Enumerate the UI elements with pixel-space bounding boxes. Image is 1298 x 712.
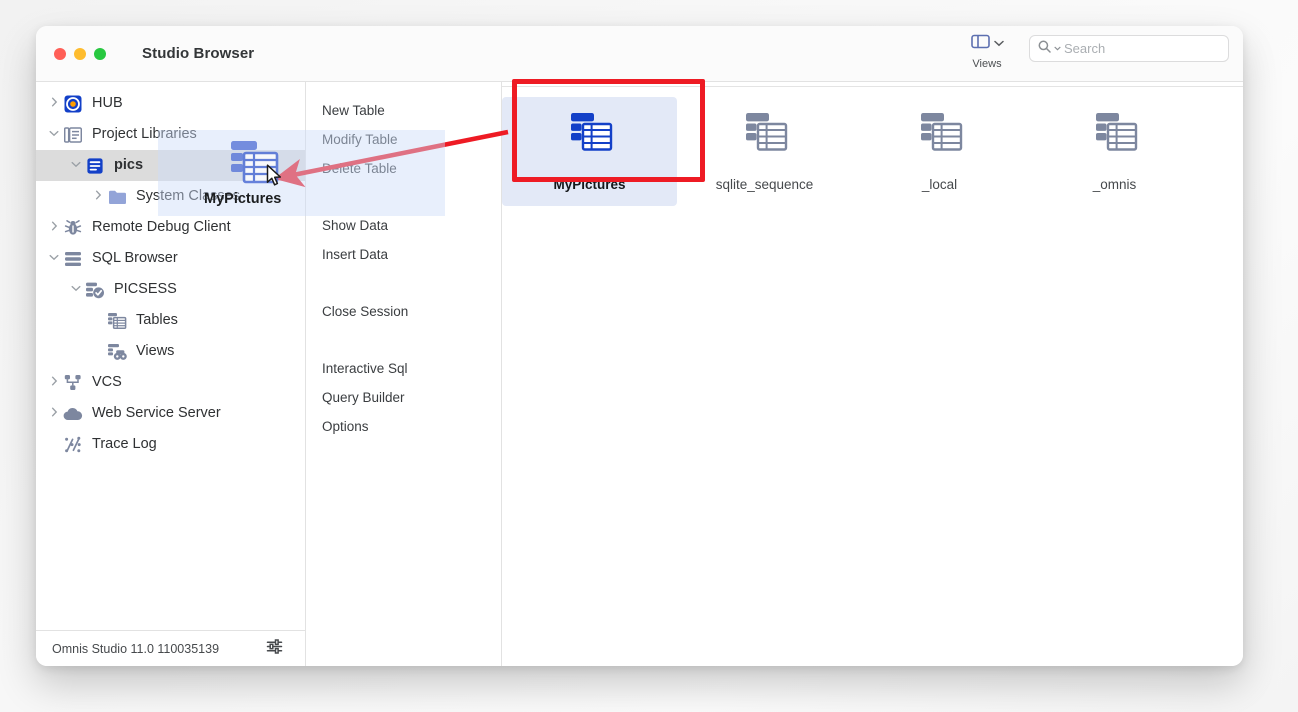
window-title: Studio Browser xyxy=(142,45,255,62)
menu-item-close-session[interactable]: Close Session xyxy=(306,297,501,326)
sidebar-item-system-classes[interactable]: System Classes xyxy=(36,181,305,212)
vcs-icon xyxy=(62,374,84,391)
sidebar-item-label: pics xyxy=(114,157,144,174)
sidebar-item-label: VCS xyxy=(92,374,122,391)
screen: Studio Browser Views Search HUB Project … xyxy=(0,0,1298,712)
table-item-label: MyPictures xyxy=(553,177,626,192)
chevron-right-icon[interactable] xyxy=(46,221,62,234)
sidebar-item-trace-log[interactable]: Trace Log xyxy=(36,429,305,460)
menu-group-separator xyxy=(306,326,501,354)
menu-item-insert-data[interactable]: Insert Data xyxy=(306,240,501,269)
window-titlebar: Studio Browser Views Search xyxy=(36,26,1243,82)
sidebar-item-remote-debug-client[interactable]: Remote Debug Client xyxy=(36,212,305,243)
context-action-menu[interactable]: New Table Modify Table Delete Table Show Da… xyxy=(306,82,502,666)
sidebar-item-sql-browser[interactable]: SQL Browser xyxy=(36,243,305,274)
search-field[interactable]: Search xyxy=(1029,35,1229,62)
chevron-right-icon[interactable] xyxy=(46,376,62,389)
chevron-right-icon[interactable] xyxy=(46,97,62,110)
sidebar-item-label: Web Service Server xyxy=(92,405,221,422)
studio-browser-window: Studio Browser Views Search HUB Project … xyxy=(36,26,1243,666)
sidebar-item-label: System Classes xyxy=(136,188,240,205)
views-button[interactable]: Views xyxy=(959,34,1015,70)
sidebar-tree[interactable]: HUB Project Libraries pics System Classes Re… xyxy=(36,82,305,630)
menu-item-new-table[interactable]: New Table xyxy=(306,96,501,125)
tables-grid[interactable]: MyPictures sqlite_sequence _local _omnis xyxy=(502,87,1243,206)
table-icon xyxy=(738,109,791,167)
chevron-down-icon xyxy=(993,40,1004,49)
views-button-label: Views xyxy=(972,58,1002,70)
sidebar-item-tables[interactable]: Tables xyxy=(36,305,305,336)
status-bar: Omnis Studio 11.0 110035139 xyxy=(36,630,305,666)
sidebar-item-web-service-server[interactable]: Web Service Server xyxy=(36,398,305,429)
sidebar-item-pics[interactable]: pics xyxy=(36,150,305,181)
sidebar-item-label: Project Libraries xyxy=(92,126,197,143)
menu-group-separator xyxy=(306,183,501,211)
sidebar-item-label: Remote Debug Client xyxy=(92,219,231,236)
table-icon xyxy=(563,109,616,167)
minimize-button[interactable] xyxy=(74,47,86,60)
chevron-down-icon[interactable] xyxy=(68,284,84,295)
chevron-right-icon[interactable] xyxy=(90,190,106,203)
sidebar-item-hub[interactable]: HUB xyxy=(36,88,305,119)
menu-item-query-builder[interactable]: Query Builder xyxy=(306,383,501,412)
menu-item-interactive-sql[interactable]: Interactive Sql xyxy=(306,354,501,383)
mouse-pointer-icon xyxy=(266,164,283,192)
sidebar-item-picsess[interactable]: PICSESS xyxy=(36,274,305,305)
main-content: MyPictures sqlite_sequence _local _omnis xyxy=(502,82,1243,666)
session-connected-icon xyxy=(84,281,106,299)
sidebar-item-label: HUB xyxy=(92,95,123,112)
table-icon xyxy=(913,109,966,167)
window-body: HUB Project Libraries pics System Classes Re… xyxy=(36,82,1243,666)
table-item-label: _omnis xyxy=(1092,177,1137,192)
chevron-down-icon[interactable] xyxy=(68,160,84,171)
panel-layout-icon xyxy=(970,34,990,54)
search-scope-chevron-down-icon[interactable] xyxy=(1054,44,1061,53)
toolbar-right: Views Search xyxy=(959,26,1229,82)
omnis-hub-icon xyxy=(62,95,84,113)
cloud-icon xyxy=(62,407,84,421)
sidebar-item-label: PICSESS xyxy=(114,281,177,298)
sidebar-item-label: Views xyxy=(136,343,175,360)
table-item-label: _local xyxy=(921,177,958,192)
table-item--local[interactable]: _local xyxy=(852,97,1027,206)
table-icon xyxy=(1088,109,1141,167)
sidebar-item-views[interactable]: Views xyxy=(36,336,305,367)
sidebar-item-label: Tables xyxy=(136,312,178,329)
chevron-down-icon[interactable] xyxy=(46,129,62,140)
menu-item-modify-table[interactable]: Modify Table xyxy=(306,125,501,154)
libraries-icon xyxy=(62,126,84,144)
chevron-right-icon[interactable] xyxy=(46,407,62,420)
sidebar-item-label: Trace Log xyxy=(92,436,157,453)
menu-item-show-data[interactable]: Show Data xyxy=(306,211,501,240)
preferences-sliders-icon[interactable] xyxy=(266,638,283,659)
bug-icon xyxy=(62,219,84,237)
zoom-button[interactable] xyxy=(94,47,106,60)
status-bar-text: Omnis Studio 11.0 110035139 xyxy=(52,641,220,656)
menu-group-separator xyxy=(306,269,501,297)
views-icon xyxy=(106,343,128,361)
folder-icon xyxy=(106,189,128,205)
search-icon xyxy=(1038,40,1051,58)
menu-item-options[interactable]: Options xyxy=(306,412,501,441)
table-item-label: sqlite_sequence xyxy=(715,177,814,192)
sql-browser-icon xyxy=(62,251,84,267)
table-item-mypictures[interactable]: MyPictures xyxy=(502,97,677,206)
sidebar-item-label: SQL Browser xyxy=(92,250,178,267)
menu-item-delete-table[interactable]: Delete Table xyxy=(306,154,501,183)
chevron-down-icon[interactable] xyxy=(46,253,62,264)
sidebar-item-vcs[interactable]: VCS xyxy=(36,367,305,398)
table-item--omnis[interactable]: _omnis xyxy=(1027,97,1202,206)
search-input-placeholder[interactable]: Search xyxy=(1064,41,1105,56)
table-item-sqlite-sequence[interactable]: sqlite_sequence xyxy=(677,97,852,206)
sidebar-item-project-libraries[interactable]: Project Libraries xyxy=(36,119,305,150)
library-icon xyxy=(84,157,106,175)
tables-icon xyxy=(106,312,128,330)
traffic-light-controls xyxy=(54,47,106,60)
trace-log-icon xyxy=(62,436,84,454)
close-button[interactable] xyxy=(54,47,66,60)
